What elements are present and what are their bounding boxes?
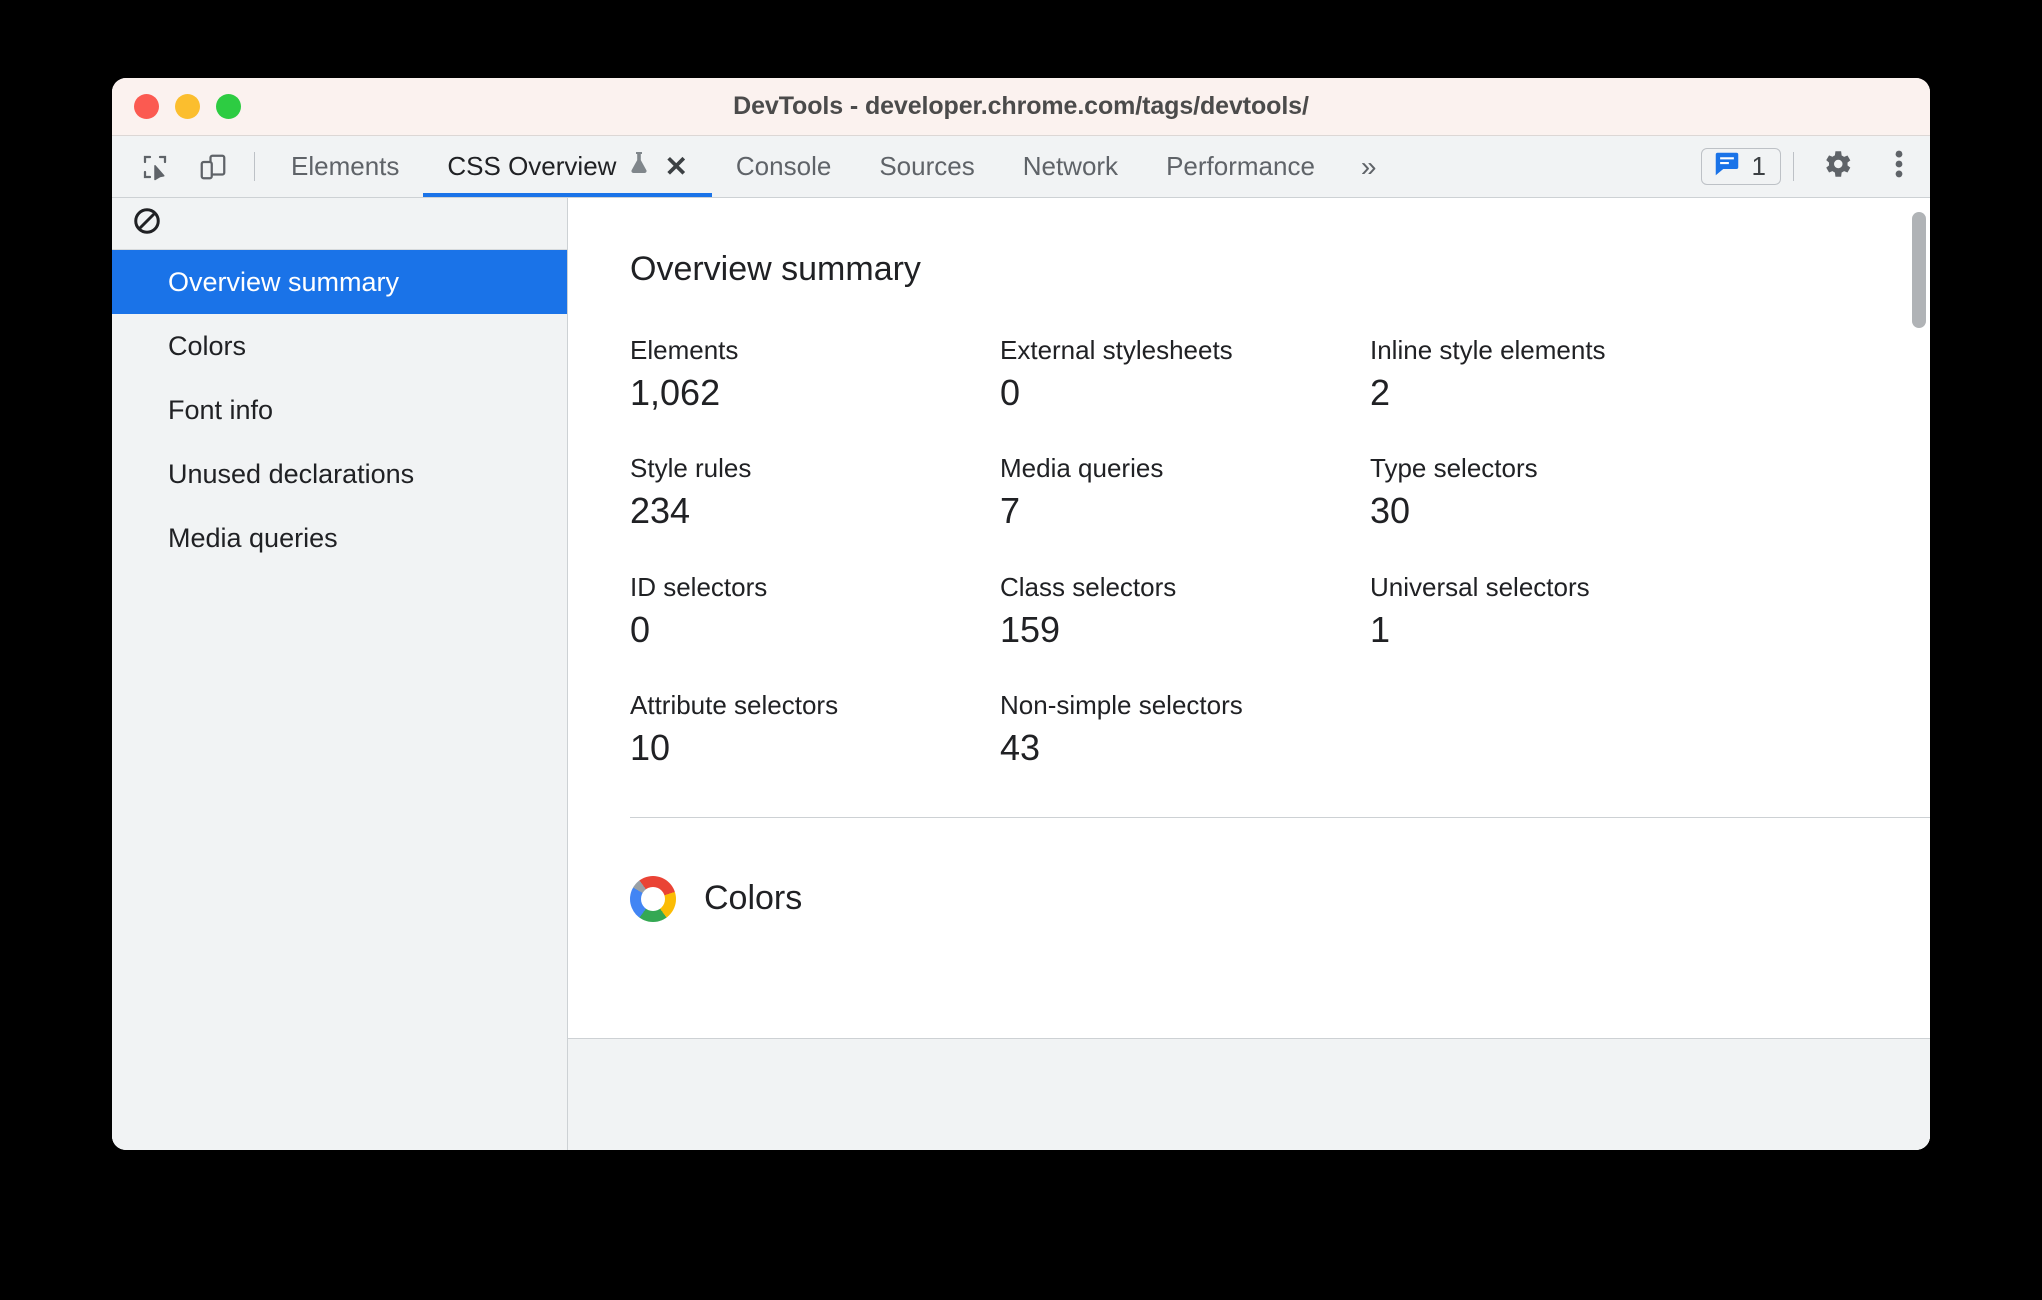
stat-type-selectors: Type selectors 30 [1370,453,1810,531]
sidebar-item-list: Overview summary Colors Font info Unused… [112,250,567,570]
stat-id-selectors: ID selectors 0 [630,572,1000,650]
tab-label: Sources [879,151,975,181]
tab-label: Console [735,151,832,181]
stat-value: 0 [630,608,651,650]
tab-performance[interactable]: Performance [1142,136,1339,197]
stat-label: Universal selectors [1370,571,1590,602]
inspect-element-button[interactable] [126,136,184,197]
scrollbar-thumb[interactable] [1912,212,1926,328]
stat-empty-slot [1370,690,1810,768]
tab-label: Performance [1166,151,1315,181]
stat-media-queries: Media queries 7 [1000,453,1370,531]
traffic-light-buttons [134,94,241,119]
double-chevron-right-icon: » [1360,150,1377,182]
stat-value: 10 [630,727,671,769]
stat-label: Style rules [630,453,752,484]
stat-value: 7 [1000,490,1021,532]
toolbar-divider-right [1793,152,1794,181]
clear-overview-icon[interactable] [132,206,162,241]
inspect-element-icon [140,152,170,182]
css-overview-sidebar: Overview summary Colors Font info Unused… [112,198,568,1150]
stat-class-selectors: Class selectors 159 [1000,572,1370,650]
stat-value: 234 [630,490,691,532]
stat-non-simple-selectors: Non-simple selectors 43 [1000,690,1370,768]
stat-value: 2 [1370,372,1391,413]
stat-value: 1 [1370,608,1391,650]
page-title: Overview summary [630,250,921,288]
experimental-flask-icon [628,150,650,183]
three-dot-menu-icon [1893,147,1905,186]
toolbar-divider [254,152,255,181]
stat-label: External stylesheets [1000,335,1233,365]
content-footer [568,1038,1930,1150]
colors-section-title: Colors [704,879,803,918]
tab-elements[interactable]: Elements [267,136,423,197]
stat-value: 159 [1000,608,1061,650]
content-scroll-area: Overview summary Elements 1,062 External… [568,198,1930,1038]
minimize-window-button[interactable] [175,94,200,119]
sidebar-item-label: Unused declarations [168,458,415,489]
more-options-button[interactable] [1868,136,1930,197]
sidebar-item-media-queries[interactable]: Media queries [112,506,567,570]
tab-label: Network [1022,151,1119,181]
css-overview-content: Overview summary Elements 1,062 External… [568,198,1930,1150]
close-tab-button[interactable]: ✕ [664,152,687,181]
more-tabs-button[interactable]: » [1339,136,1399,197]
stat-attribute-selectors: Attribute selectors 10 [630,690,1000,768]
issues-badge[interactable]: 1 [1700,148,1781,185]
summary-stats-grid: Elements 1,062 External stylesheets 0 In… [630,335,1810,769]
tab-label: CSS Overview [447,151,617,181]
sidebar-item-label: Colors [168,330,247,361]
device-toolbar-icon [198,152,228,182]
stat-value: 30 [1370,490,1411,532]
stat-external-stylesheets: External stylesheets 0 [1000,335,1370,413]
sidebar-item-label: Overview summary [168,266,400,297]
sidebar-toolbar [112,198,567,250]
window-title: DevTools - developer.chrome.com/tags/dev… [733,92,1309,120]
stat-label: Inline style elements [1370,335,1606,365]
tab-css-overview[interactable]: CSS Overview ✕ [423,136,712,197]
vertical-scrollbar[interactable] [1908,198,1930,1038]
sidebar-item-label: Media queries [168,522,338,553]
sidebar-item-overview-summary[interactable]: Overview summary [112,250,567,314]
settings-button[interactable] [1806,136,1868,197]
zoom-window-button[interactable] [216,94,241,119]
sidebar-item-unused-declarations[interactable]: Unused declarations [112,442,567,506]
tab-sources[interactable]: Sources [855,136,998,197]
stat-value: 43 [1000,727,1041,769]
gear-icon [1820,147,1854,186]
issues-count: 1 [1751,151,1766,181]
close-window-button[interactable] [134,94,159,119]
screen: DevTools - developer.chrome.com/tags/dev… [0,0,2042,1300]
stat-label: Elements [630,335,739,365]
sidebar-item-font-info[interactable]: Font info [112,378,567,442]
stat-universal-selectors: Universal selectors 1 [1370,572,1810,650]
stat-style-rules: Style rules 234 [630,453,1000,531]
stat-label: Non-simple selectors [1000,690,1243,721]
css-overview-panel: Overview summary Colors Font info Unused… [112,198,1930,1150]
issues-message-icon [1712,149,1742,184]
stat-elements: Elements 1,062 [630,335,1000,413]
stat-label: Media queries [1000,453,1164,484]
stat-label: Type selectors [1370,453,1538,484]
overview-summary-section: Overview summary Elements 1,062 External… [568,198,1930,818]
tab-console[interactable]: Console [712,136,855,197]
stat-inline-style-elements: Inline style elements 2 [1370,335,1810,413]
tab-network[interactable]: Network [999,136,1142,197]
window-titlebar: DevTools - developer.chrome.com/tags/dev… [112,78,1930,136]
device-toolbar-button[interactable] [184,136,242,197]
stat-label: Class selectors [1000,571,1177,602]
devtools-toolbar: Elements CSS Overview ✕ Console Sources … [112,136,1930,198]
devtools-window: DevTools - developer.chrome.com/tags/dev… [112,78,1930,1150]
stat-value: 0 [1000,372,1021,413]
colors-section-header[interactable]: Colors [568,818,1930,922]
stat-label: ID selectors [630,571,768,602]
stat-value: 1,062 [630,372,721,413]
sidebar-item-label: Font info [168,394,274,425]
tab-label: Elements [291,151,400,181]
sidebar-item-colors[interactable]: Colors [112,314,567,378]
stat-label: Attribute selectors [630,690,839,721]
color-wheel-icon [630,875,676,922]
